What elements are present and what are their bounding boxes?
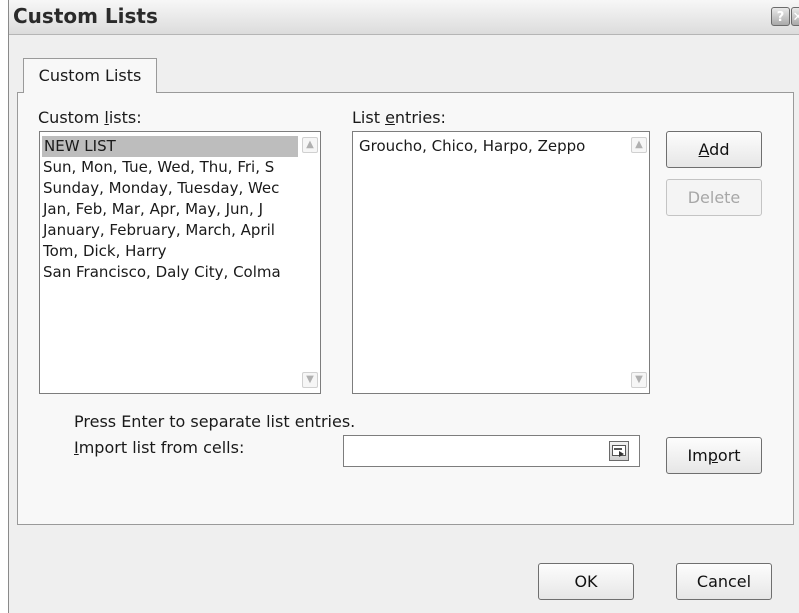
scroll-down-icon[interactable]: ▼ <box>302 372 318 388</box>
title-bar[interactable]: Custom Lists ? ✕ <box>9 0 799 35</box>
custom-lists-dialog: Custom Lists ? ✕ Custom Lists Custom lis… <box>8 0 799 613</box>
custom-lists-listbox[interactable]: NEW LIST Sun, Mon, Tue, Wed, Thu, Fri, SS… <box>39 131 321 394</box>
custom-lists-label: Custom lists: <box>38 108 142 127</box>
import-label-rest: mport list from cells: <box>78 438 245 457</box>
custom-list-item[interactable]: Sun, Mon, Tue, Wed, Thu, Fri, S <box>43 157 274 178</box>
import-button-key: p <box>707 446 718 465</box>
import-button-post: ort <box>717 446 741 465</box>
scroll-down-icon[interactable]: ▼ <box>631 372 647 388</box>
custom-list-item[interactable]: Jan, Feb, Mar, Apr, May, Jun, J <box>43 199 263 220</box>
custom-lists-label-pre: Custom <box>38 108 105 127</box>
import-button[interactable]: Import <box>666 437 762 474</box>
add-button-rest: dd <box>709 140 730 159</box>
help-button[interactable]: ? <box>771 7 790 26</box>
add-button-key: A <box>698 140 710 159</box>
dialog-title: Custom Lists <box>13 4 158 28</box>
custom-list-item[interactable]: Tom, Dick, Harry <box>43 241 167 262</box>
tab-custom-lists[interactable]: Custom Lists <box>23 58 157 93</box>
import-button-pre: Im <box>687 446 708 465</box>
cancel-button[interactable]: Cancel <box>676 563 772 600</box>
list-entries-textarea[interactable]: Groucho, Chico, Harpo, Zeppo ▲ ▼ <box>352 131 650 394</box>
custom-list-item[interactable]: Sunday, Monday, Tuesday, Wec <box>43 178 279 199</box>
add-button[interactable]: Add <box>666 131 762 168</box>
delete-button[interactable]: Delete <box>666 179 762 216</box>
range-line-shape <box>614 448 622 450</box>
custom-list-item[interactable]: January, February, March, April <box>43 220 275 241</box>
custom-list-item[interactable]: San Francisco, Daly City, Colma <box>43 262 281 283</box>
list-entries-text: Groucho, Chico, Harpo, Zeppo <box>359 137 586 155</box>
list-entries-label-key: e <box>385 108 395 127</box>
range-arrow-shape <box>619 451 624 457</box>
scroll-up-icon[interactable]: ▲ <box>302 137 318 153</box>
list-entries-label-pre: List <box>352 108 386 127</box>
collapse-dialog-icon[interactable] <box>609 441 629 461</box>
list-entries-label-post: ntries: <box>394 108 446 127</box>
custom-lists-label-post: ists: <box>108 108 142 127</box>
import-label: Import list from cells: <box>74 438 244 457</box>
custom-lists-scrollbar[interactable]: ▲ ▼ <box>300 132 320 393</box>
ok-button[interactable]: OK <box>538 563 634 600</box>
scroll-up-icon[interactable]: ▲ <box>631 137 647 153</box>
import-range-input[interactable] <box>343 435 640 467</box>
list-entries-scrollbar[interactable]: ▲ ▼ <box>629 132 649 393</box>
hint-text: Press Enter to separate list entries. <box>74 412 356 431</box>
close-button[interactable]: ✕ <box>791 7 799 26</box>
list-entries-label: List entries: <box>352 108 446 127</box>
custom-list-item[interactable]: NEW LIST <box>42 136 298 157</box>
